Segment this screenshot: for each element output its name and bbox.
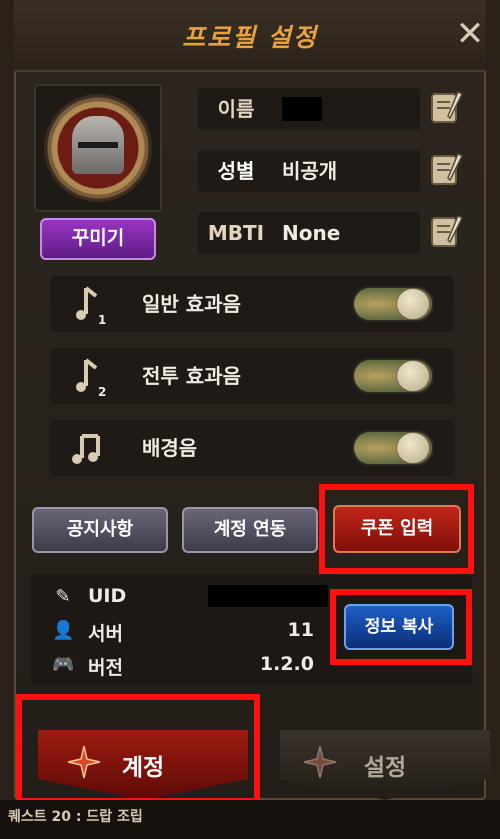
battle-sound-toggle[interactable] [352, 358, 434, 394]
user-icon: 👤 [52, 620, 75, 641]
gender-row: 성별 비공개 [198, 150, 420, 192]
edit-scroll-icon[interactable] [428, 88, 464, 128]
toggle-knob [396, 288, 430, 320]
close-icon[interactable]: ✕ [453, 17, 487, 52]
uid-value-redacted [208, 585, 328, 607]
sound-label-general: 일반 효과음 [142, 292, 241, 316]
avatar[interactable] [34, 84, 162, 212]
mbti-label: MBTI [207, 221, 265, 245]
svg-text:2: 2 [98, 385, 106, 398]
name-value-redacted [282, 97, 322, 121]
name-label: 이름 [217, 97, 255, 121]
pencil-icon: ✎ [55, 586, 71, 607]
toggle-knob [396, 360, 430, 392]
gender-value: 비공개 [282, 159, 338, 183]
tab-settings[interactable]: 설정 [280, 730, 490, 800]
sound-label-bgm: 배경음 [142, 436, 198, 460]
uid-label: UID [88, 585, 127, 607]
decorate-button[interactable]: 꾸미기 [40, 218, 156, 260]
page-title: 프로필 설정 [182, 23, 318, 52]
gamepad-icon: 🎮 [52, 654, 75, 675]
version-label: 버전 [88, 657, 123, 679]
music-notes-icon [72, 434, 100, 464]
sound-label-battle: 전투 효과음 [142, 364, 241, 388]
server-value: 11 [287, 619, 314, 641]
mbti-value: None [282, 221, 341, 245]
edit-scroll-icon[interactable] [428, 150, 464, 190]
sound-row-battle: 2 전투 효과음 [50, 348, 454, 404]
music-note-1-icon: 1 [76, 286, 106, 326]
copy-highlight-box [330, 589, 472, 665]
server-label: 서버 [88, 623, 123, 645]
sound-row-general: 1 일반 효과음 [50, 276, 454, 332]
helmet-visor [78, 142, 118, 148]
general-sound-toggle[interactable] [352, 286, 434, 322]
edit-scroll-icon[interactable] [428, 212, 464, 252]
toggle-knob [396, 432, 430, 464]
name-row: 이름 [198, 88, 420, 130]
version-value: 1.2.0 [259, 653, 314, 675]
account-tab-highlight-box [16, 694, 260, 804]
gender-label: 성별 [217, 159, 255, 183]
music-note-2-icon: 2 [76, 358, 106, 398]
coupon-highlight-box [319, 484, 474, 574]
account-link-button[interactable]: 계정 연동 [182, 507, 318, 553]
title-bar: 프로필 설정 [14, 0, 486, 72]
sound-row-bgm: 배경음 [50, 420, 454, 476]
background-quest-text: 퀘스트 20 : 드랍 조립 [8, 809, 143, 825]
notice-button[interactable]: 공지사항 [32, 507, 168, 553]
bgm-toggle[interactable] [352, 430, 434, 466]
tab-settings-label: 설정 [363, 755, 407, 781]
mbti-row: MBTI None [198, 212, 420, 254]
svg-text:1: 1 [98, 313, 106, 326]
